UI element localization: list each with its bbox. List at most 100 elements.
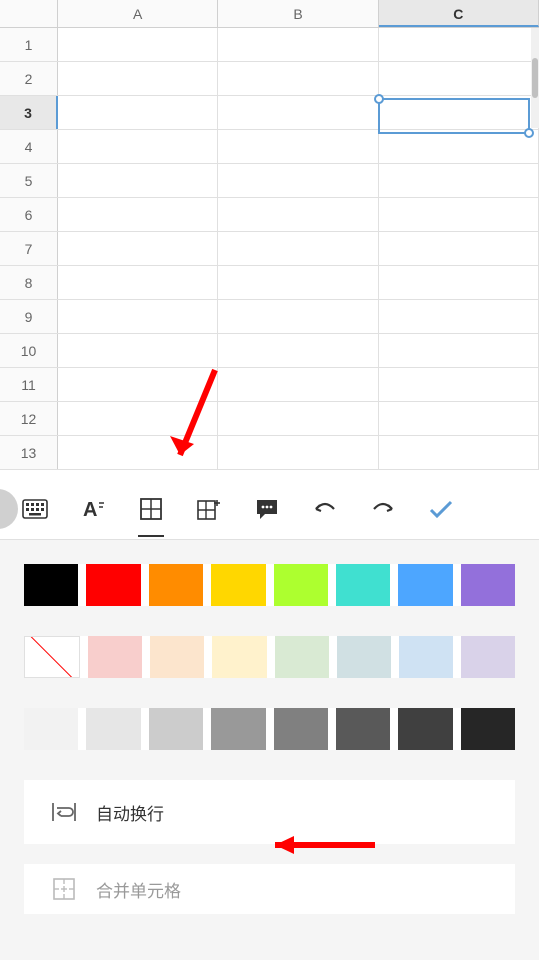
color-swatch[interactable] xyxy=(274,564,328,606)
color-swatch[interactable] xyxy=(149,564,203,606)
row-header[interactable]: 4 xyxy=(0,130,58,163)
wrap-text-option[interactable]: 自动换行 xyxy=(24,780,515,844)
color-swatch[interactable] xyxy=(461,636,515,678)
row-header[interactable]: 6 xyxy=(0,198,58,231)
color-swatch[interactable] xyxy=(24,564,78,606)
grid-row: 6 xyxy=(0,198,539,232)
cell[interactable] xyxy=(218,232,378,265)
cell[interactable] xyxy=(218,300,378,333)
scrollbar-thumb[interactable] xyxy=(532,58,538,98)
cell[interactable] xyxy=(58,334,218,367)
cell[interactable] xyxy=(218,164,378,197)
font-format-button[interactable]: A xyxy=(64,479,122,539)
cell[interactable] xyxy=(379,368,539,401)
color-swatch[interactable] xyxy=(274,708,328,750)
cell[interactable] xyxy=(58,62,218,95)
cell[interactable] xyxy=(379,130,539,163)
grid-row: 1 xyxy=(0,28,539,62)
wrap-text-icon xyxy=(44,801,84,823)
row-header[interactable]: 7 xyxy=(0,232,58,265)
grid-row: 11 xyxy=(0,368,539,402)
grid-row: 5 xyxy=(0,164,539,198)
color-swatch[interactable] xyxy=(461,708,515,750)
cell[interactable] xyxy=(58,300,218,333)
select-all-corner[interactable] xyxy=(0,0,58,27)
color-swatch[interactable] xyxy=(24,708,78,750)
cell[interactable] xyxy=(58,402,218,435)
color-swatch[interactable] xyxy=(86,564,140,606)
cell[interactable] xyxy=(379,334,539,367)
cell[interactable] xyxy=(58,28,218,61)
row-header[interactable]: 8 xyxy=(0,266,58,299)
row-header[interactable]: 10 xyxy=(0,334,58,367)
cell[interactable] xyxy=(379,402,539,435)
undo-button[interactable] xyxy=(296,479,354,539)
redo-button[interactable] xyxy=(354,479,412,539)
cell[interactable] xyxy=(218,198,378,231)
row-header[interactable]: 9 xyxy=(0,300,58,333)
color-swatch[interactable] xyxy=(398,708,452,750)
cell[interactable] xyxy=(58,198,218,231)
color-swatch[interactable] xyxy=(86,708,140,750)
cell[interactable] xyxy=(58,436,218,469)
cell[interactable] xyxy=(379,62,539,95)
cell[interactable] xyxy=(58,130,218,163)
cell[interactable] xyxy=(58,266,218,299)
cell[interactable] xyxy=(218,368,378,401)
color-swatch[interactable] xyxy=(24,636,80,678)
cell[interactable] xyxy=(379,300,539,333)
row-header[interactable]: 11 xyxy=(0,368,58,401)
merge-cells-option[interactable]: 合并单元格 xyxy=(24,864,515,914)
col-header-a[interactable]: A xyxy=(58,0,218,27)
cell[interactable] xyxy=(379,28,539,61)
cell[interactable] xyxy=(379,164,539,197)
color-swatch[interactable] xyxy=(337,636,391,678)
cell[interactable] xyxy=(218,402,378,435)
merge-cells-label: 合并单元格 xyxy=(96,877,181,902)
cell[interactable] xyxy=(218,28,378,61)
row-header[interactable]: 2 xyxy=(0,62,58,95)
insert-button[interactable] xyxy=(180,479,238,539)
confirm-button[interactable] xyxy=(412,479,470,539)
keyboard-button[interactable] xyxy=(6,479,64,539)
row-header[interactable]: 5 xyxy=(0,164,58,197)
row-header[interactable]: 13 xyxy=(0,436,58,469)
cell[interactable] xyxy=(218,130,378,163)
color-swatch[interactable] xyxy=(399,636,453,678)
cell[interactable] xyxy=(218,436,378,469)
color-swatch[interactable] xyxy=(461,564,515,606)
color-swatch[interactable] xyxy=(211,708,265,750)
cell[interactable] xyxy=(218,62,378,95)
row-header[interactable]: 1 xyxy=(0,28,58,61)
color-swatch[interactable] xyxy=(211,564,265,606)
format-toolbar: A xyxy=(0,478,539,540)
color-swatch[interactable] xyxy=(212,636,266,678)
col-header-b[interactable]: B xyxy=(218,0,378,27)
color-swatch[interactable] xyxy=(88,636,142,678)
vertical-scrollbar[interactable] xyxy=(531,28,539,128)
color-swatch[interactable] xyxy=(336,708,390,750)
cell[interactable] xyxy=(58,368,218,401)
cell-format-button[interactable] xyxy=(122,479,180,539)
cell[interactable] xyxy=(58,232,218,265)
color-swatch[interactable] xyxy=(336,564,390,606)
spreadsheet-grid: A B C 12345678910111213 xyxy=(0,0,539,470)
cell[interactable] xyxy=(379,198,539,231)
col-header-c[interactable]: C xyxy=(379,0,539,27)
cell[interactable] xyxy=(218,334,378,367)
cell[interactable] xyxy=(379,96,539,129)
cell[interactable] xyxy=(379,436,539,469)
color-swatch[interactable] xyxy=(149,708,203,750)
cell[interactable] xyxy=(379,232,539,265)
cell[interactable] xyxy=(218,96,378,129)
color-swatch[interactable] xyxy=(398,564,452,606)
color-swatch[interactable] xyxy=(150,636,204,678)
cell[interactable] xyxy=(58,164,218,197)
row-header[interactable]: 3 xyxy=(0,96,58,129)
color-swatch[interactable] xyxy=(275,636,329,678)
cell[interactable] xyxy=(218,266,378,299)
cell[interactable] xyxy=(379,266,539,299)
row-header[interactable]: 12 xyxy=(0,402,58,435)
comment-button[interactable] xyxy=(238,479,296,539)
cell[interactable] xyxy=(58,96,218,129)
